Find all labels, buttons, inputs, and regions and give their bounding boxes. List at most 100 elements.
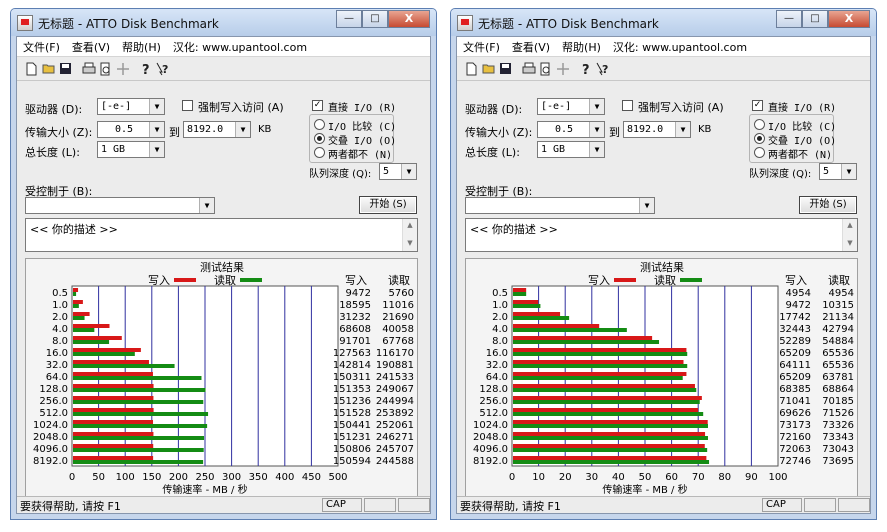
value-write: 73173 bbox=[779, 420, 811, 431]
move-icon[interactable] bbox=[554, 60, 571, 77]
direct-io-checkbox[interactable]: ✓ bbox=[752, 100, 763, 111]
transfer-to-select[interactable]: 8192.0 ▼ bbox=[623, 121, 691, 138]
bar-read bbox=[73, 304, 79, 308]
transfer-to-label: 到 bbox=[169, 126, 180, 139]
title-bar[interactable]: 无标题 - ATTO Disk Benchmark — □ X bbox=[451, 9, 876, 36]
menu-file[interactable]: 文件(F) bbox=[457, 39, 506, 55]
chevron-down-icon: ▼ bbox=[149, 122, 164, 137]
menu-localization-credit[interactable]: 汉化: www.upantool.com bbox=[167, 39, 313, 55]
menu-view[interactable]: 查看(V) bbox=[506, 39, 556, 55]
menu-view[interactable]: 查看(V) bbox=[66, 39, 116, 55]
save-icon[interactable] bbox=[497, 60, 514, 77]
direct-io-label: 直接 I/O (R) bbox=[768, 103, 837, 114]
open-folder-icon[interactable] bbox=[480, 60, 497, 77]
transfer-unit: KB bbox=[698, 124, 712, 135]
bar-write bbox=[513, 408, 699, 412]
help-icon[interactable]: ? bbox=[137, 60, 154, 77]
x-tick-label: 400 bbox=[275, 472, 294, 483]
close-button[interactable]: X bbox=[828, 10, 870, 28]
bar-write bbox=[73, 432, 154, 436]
io-compare-radio[interactable] bbox=[314, 119, 325, 130]
drive-select[interactable]: [-e-] ▼ bbox=[537, 98, 605, 115]
start-button[interactable]: 开始 (S) bbox=[799, 196, 857, 214]
close-button[interactable]: X bbox=[388, 10, 430, 28]
chevron-down-icon: ▼ bbox=[235, 122, 250, 137]
value-read: 241533 bbox=[376, 372, 414, 383]
print-icon[interactable] bbox=[520, 60, 537, 77]
value-read: 73695 bbox=[822, 456, 854, 467]
drive-select[interactable]: [-e-] ▼ bbox=[97, 98, 165, 115]
app-window: 无标题 - ATTO Disk Benchmark — □ X 文件(F) 查看… bbox=[450, 8, 877, 520]
bar-read bbox=[73, 412, 209, 416]
value-write: 150594 bbox=[333, 456, 371, 467]
queue-depth-select[interactable]: 5 ▼ bbox=[379, 163, 417, 180]
bar-read bbox=[513, 400, 700, 404]
force-write-checkbox[interactable] bbox=[622, 100, 633, 111]
new-file-icon[interactable] bbox=[23, 60, 40, 77]
status-bar: 要获得帮助, 请按 F1 CAP bbox=[17, 496, 430, 513]
context-help-icon[interactable]: ? bbox=[154, 60, 171, 77]
queue-depth-select[interactable]: 5 ▼ bbox=[819, 163, 857, 180]
title-bar[interactable]: 无标题 - ATTO Disk Benchmark — □ X bbox=[11, 9, 436, 36]
force-write-checkbox[interactable] bbox=[182, 100, 193, 111]
total-length-select[interactable]: 1 GB ▼ bbox=[97, 141, 165, 158]
value-write: 69626 bbox=[779, 408, 811, 419]
neither-radio[interactable] bbox=[314, 147, 325, 158]
print-preview-icon[interactable] bbox=[97, 60, 114, 77]
legend-write-label: 写入 bbox=[588, 274, 610, 287]
save-icon[interactable] bbox=[57, 60, 74, 77]
print-icon[interactable] bbox=[80, 60, 97, 77]
client-area: 文件(F) 查看(V) 帮助(H) 汉化: www.upantool.com ?… bbox=[456, 36, 871, 514]
total-length-value: 1 GB bbox=[101, 144, 126, 155]
value-write: 32443 bbox=[779, 324, 811, 335]
maximize-button[interactable]: □ bbox=[362, 10, 388, 28]
start-button[interactable]: 开始 (S) bbox=[359, 196, 417, 214]
bar-write bbox=[513, 348, 687, 352]
open-folder-icon[interactable] bbox=[40, 60, 57, 77]
overlapped-io-radio[interactable] bbox=[754, 133, 765, 144]
overlapped-io-radio[interactable] bbox=[314, 133, 325, 144]
description-scrollbar[interactable]: ▲ ▼ bbox=[842, 219, 857, 251]
x-tick-label: 40 bbox=[612, 472, 625, 483]
print-preview-icon[interactable] bbox=[537, 60, 554, 77]
results-chart: 测试结果写入 读取 写入 读取 0 50 100 150 200 250 300 350 400 450 5… bbox=[33, 261, 414, 496]
help-icon[interactable]: ? bbox=[577, 60, 594, 77]
value-write: 150441 bbox=[333, 420, 371, 431]
maximize-button[interactable]: □ bbox=[802, 10, 828, 28]
description-scrollbar[interactable]: ▲ ▼ bbox=[402, 219, 417, 251]
direct-io-checkbox[interactable]: ✓ bbox=[312, 100, 323, 111]
menu-localization-credit[interactable]: 汉化: www.upantool.com bbox=[607, 39, 753, 55]
transfer-from-select[interactable]: 0.5 ▼ bbox=[537, 121, 605, 138]
context-help-icon[interactable]: ? bbox=[594, 60, 611, 77]
io-compare-radio[interactable] bbox=[754, 119, 765, 130]
y-tick-label: 2.0 bbox=[52, 312, 68, 323]
minimize-button[interactable]: — bbox=[776, 10, 802, 28]
bar-write bbox=[513, 300, 539, 304]
total-length-select[interactable]: 1 GB ▼ bbox=[537, 141, 605, 158]
x-tick-label: 50 bbox=[639, 472, 652, 483]
controlled-by-select[interactable]: ▼ bbox=[25, 197, 215, 214]
svg-text:?: ? bbox=[582, 63, 590, 76]
value-write: 72063 bbox=[779, 444, 811, 455]
value-write: 9472 bbox=[786, 300, 811, 311]
bar-read bbox=[513, 460, 710, 464]
column-header-write: 写入 bbox=[345, 274, 367, 287]
bar-read bbox=[513, 436, 708, 440]
menu-help[interactable]: 帮助(H) bbox=[116, 39, 167, 55]
transfer-from-select[interactable]: 0.5 ▼ bbox=[97, 121, 165, 138]
description-field[interactable]: << 你的描述 >> ▲ ▼ bbox=[465, 218, 858, 252]
value-read: 70185 bbox=[822, 396, 854, 407]
neither-radio[interactable] bbox=[754, 147, 765, 158]
controlled-by-select[interactable]: ▼ bbox=[465, 197, 655, 214]
bar-read bbox=[513, 340, 660, 344]
legend-write-label: 写入 bbox=[148, 274, 170, 287]
x-tick-label: 80 bbox=[718, 472, 731, 483]
menu-help[interactable]: 帮助(H) bbox=[556, 39, 607, 55]
move-icon[interactable] bbox=[114, 60, 131, 77]
value-write: 151236 bbox=[333, 396, 371, 407]
new-file-icon[interactable] bbox=[463, 60, 480, 77]
menu-file[interactable]: 文件(F) bbox=[17, 39, 66, 55]
transfer-to-select[interactable]: 8192.0 ▼ bbox=[183, 121, 251, 138]
description-field[interactable]: << 你的描述 >> ▲ ▼ bbox=[25, 218, 418, 252]
minimize-button[interactable]: — bbox=[336, 10, 362, 28]
